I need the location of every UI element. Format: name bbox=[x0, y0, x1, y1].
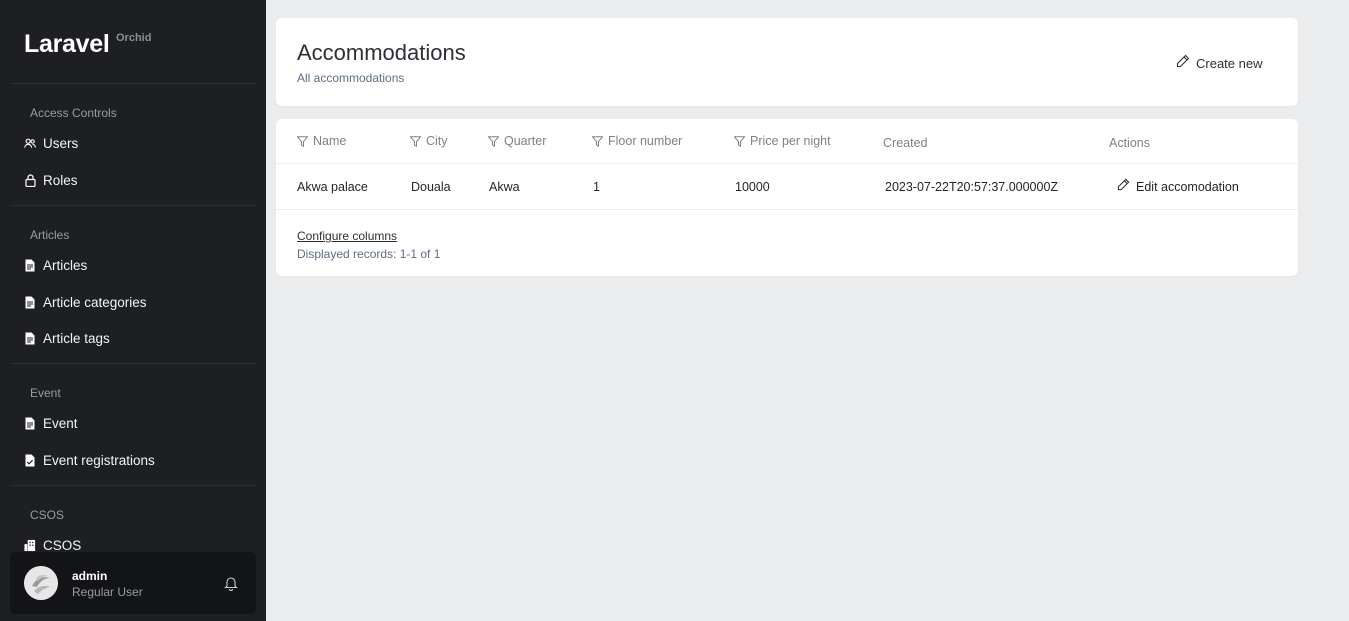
file-check-icon bbox=[24, 453, 36, 467]
user-role: Regular User bbox=[72, 585, 143, 599]
column-header-label: Floor number bbox=[608, 134, 683, 148]
file-icon bbox=[24, 295, 36, 309]
building-icon bbox=[24, 538, 36, 552]
column-header-label: Created bbox=[883, 136, 928, 150]
user-profile-card[interactable]: admin Regular User bbox=[10, 552, 256, 614]
column-header-label: Actions bbox=[1109, 136, 1150, 150]
brand-name: Laravel bbox=[24, 30, 110, 58]
cell-created: 2023-07-22T20:57:37.000000Z bbox=[885, 180, 1059, 194]
pencil-icon bbox=[1117, 178, 1130, 196]
sidebar-item-label: Articles bbox=[43, 257, 88, 273]
page-title: Accommodations bbox=[297, 40, 466, 65]
column-header-label: Price per night bbox=[750, 134, 831, 148]
notifications-bell-icon[interactable] bbox=[224, 575, 240, 591]
sidebar-item-roles[interactable]: Roles bbox=[10, 165, 256, 195]
section-title-access-controls: Access Controls bbox=[30, 106, 117, 120]
section-title-event: Event bbox=[30, 386, 61, 400]
create-new-button[interactable]: Create new bbox=[1176, 52, 1262, 74]
sidebar-item-users[interactable]: Users bbox=[10, 128, 256, 158]
pencil-icon bbox=[1176, 54, 1190, 73]
user-name: admin bbox=[72, 569, 108, 583]
divider bbox=[10, 83, 256, 84]
filter-icon[interactable] bbox=[488, 135, 499, 147]
divider bbox=[10, 205, 256, 206]
cell-name: Akwa palace bbox=[297, 180, 368, 194]
sidebar-item-label: Event bbox=[43, 415, 78, 431]
section-title-csos: CSOS bbox=[30, 508, 65, 522]
sidebar-item-label: Article tags bbox=[43, 330, 110, 346]
edit-accommodation-label: Edit accomodation bbox=[1136, 180, 1239, 194]
sidebar-item-event[interactable]: Event bbox=[10, 408, 256, 438]
row-divider bbox=[276, 209, 1298, 210]
column-header-price-per-night[interactable]: Price per night bbox=[734, 133, 831, 149]
sidebar-item-label: Article categories bbox=[43, 294, 147, 310]
configure-columns-link[interactable]: Configure columns bbox=[297, 229, 397, 243]
row-divider bbox=[276, 163, 1298, 164]
page-subtitle: All accommodations bbox=[297, 71, 405, 85]
column-header-floor-number[interactable]: Floor number bbox=[592, 133, 682, 149]
column-header-created: Created bbox=[883, 135, 927, 151]
sidebar-item-article-tags[interactable]: Article tags bbox=[10, 323, 256, 353]
edit-accommodation-button[interactable]: Edit accomodation bbox=[1117, 178, 1239, 196]
brand-logo[interactable]: Laravel Orchid bbox=[24, 30, 151, 66]
file-icon bbox=[24, 416, 36, 430]
sidebar-item-articles[interactable]: Articles bbox=[10, 250, 256, 280]
filter-icon[interactable] bbox=[410, 135, 421, 147]
page-header: Accommodations All accommodations Create… bbox=[276, 18, 1298, 106]
filter-icon[interactable] bbox=[297, 135, 308, 147]
column-header-name[interactable]: Name bbox=[297, 133, 346, 149]
column-header-label: City bbox=[426, 134, 448, 148]
lock-icon bbox=[24, 173, 36, 187]
create-new-label: Create new bbox=[1196, 55, 1263, 71]
sidebar-item-label: Event registrations bbox=[43, 452, 155, 468]
sidebar: Laravel Orchid Access Controls Users Rol… bbox=[0, 0, 266, 621]
column-header-quarter[interactable]: Quarter bbox=[488, 133, 546, 149]
users-icon bbox=[24, 136, 36, 150]
sidebar-item-article-categories[interactable]: Article categories bbox=[10, 287, 256, 317]
section-title-articles: Articles bbox=[30, 228, 70, 242]
brand-sub: Orchid bbox=[116, 32, 152, 44]
divider bbox=[10, 485, 256, 486]
sidebar-item-event-registrations[interactable]: Event registrations bbox=[10, 445, 256, 475]
file-icon bbox=[24, 258, 36, 272]
divider bbox=[10, 363, 256, 364]
cell-city: Douala bbox=[411, 180, 451, 194]
sidebar-item-label: Roles bbox=[43, 172, 78, 188]
sidebar-item-label: Users bbox=[43, 135, 79, 151]
sidebar-item-label: CSOS bbox=[43, 537, 82, 553]
column-header-actions: Actions bbox=[1109, 135, 1150, 151]
cell-floor: 1 bbox=[593, 180, 600, 194]
cell-price: 10000 bbox=[735, 180, 770, 194]
file-icon bbox=[24, 331, 36, 345]
filter-icon[interactable] bbox=[734, 135, 745, 147]
filter-icon[interactable] bbox=[592, 135, 603, 147]
cell-quarter: Akwa bbox=[489, 180, 520, 194]
accommodations-table: Name City Quarter Floor number Price per… bbox=[276, 119, 1298, 276]
column-header-city[interactable]: City bbox=[410, 133, 448, 149]
records-count: Displayed records: 1-1 of 1 bbox=[297, 247, 441, 261]
column-header-label: Name bbox=[313, 134, 347, 148]
avatar bbox=[24, 566, 58, 600]
column-header-label: Quarter bbox=[504, 134, 547, 148]
